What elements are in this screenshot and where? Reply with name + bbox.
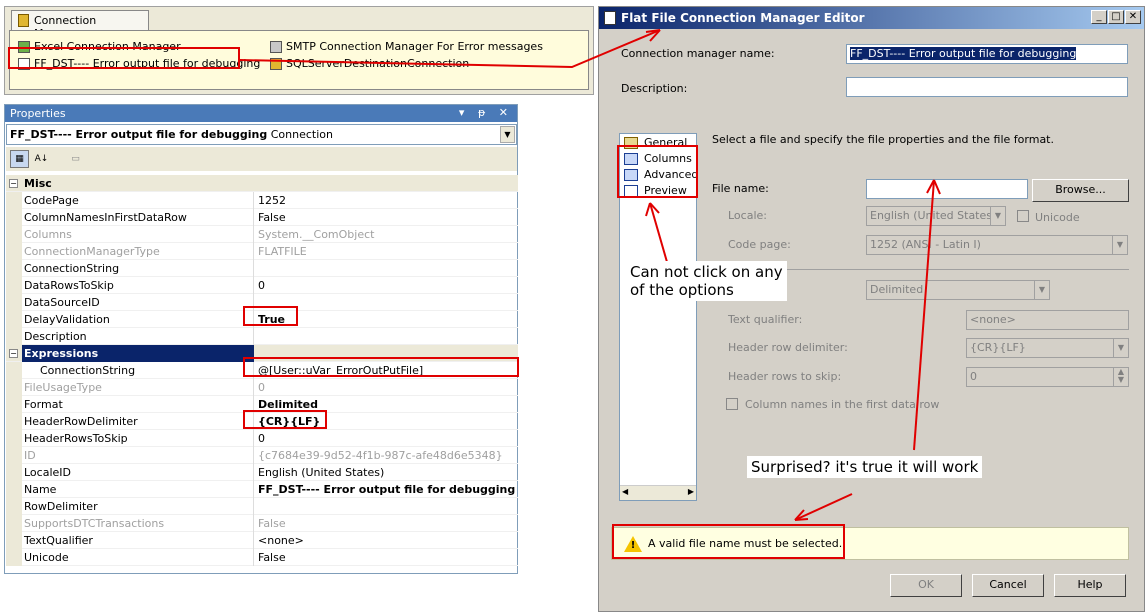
annotation-arrows: [239, 29, 941, 521]
note-line-1: Can not click on any: [630, 263, 783, 281]
note-line-2: of the options: [630, 281, 734, 299]
annotation-note-surprised: Surprised? it's true it will work: [747, 456, 983, 478]
annotation-note-can-not-click: Can not click on any of the options: [626, 261, 787, 301]
